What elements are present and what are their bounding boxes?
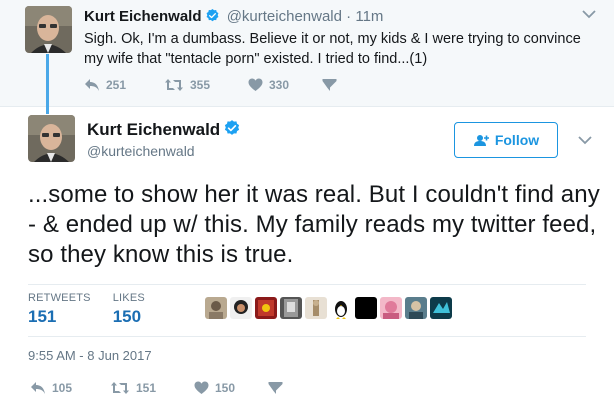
reply-button[interactable]: 105 — [30, 381, 90, 395]
reply-count: 105 — [52, 381, 73, 395]
follow-button[interactable]: Follow — [454, 122, 558, 158]
liker-avatar[interactable] — [355, 297, 377, 319]
retweet-button[interactable]: 151 — [110, 381, 180, 395]
tweet-text: Sigh. Ok, I'm a dumbass. Believe it or n… — [84, 31, 581, 67]
like-count: 150 — [215, 381, 236, 395]
divider — [28, 336, 586, 337]
main-avatar[interactable] — [28, 115, 75, 162]
main-tweet-actions: 105 151 150 — [30, 381, 311, 395]
chevron-down-icon[interactable] — [578, 132, 592, 148]
tweet-time[interactable]: 11m — [355, 8, 383, 25]
liker-avatar[interactable] — [305, 297, 327, 319]
likes-value: 150 — [112, 307, 142, 326]
parent-tweet[interactable]: Kurt Eichenwald @kurteichenwald · 11m Si… — [0, 0, 614, 107]
like-button[interactable]: 150 — [194, 381, 254, 395]
direct-message-button[interactable] — [322, 78, 343, 92]
main-tweet-text: ...some to show her it was real. But I c… — [28, 181, 600, 268]
liker-avatar[interactable] — [230, 297, 252, 319]
liker-avatar[interactable] — [380, 297, 402, 319]
author-name-text: Kurt Eichenwald — [87, 120, 221, 139]
follow-label: Follow — [494, 132, 540, 148]
tweet-actions: 251 355 330 — [84, 78, 365, 92]
liker-avatar[interactable] — [330, 297, 352, 319]
liker-avatars — [205, 297, 455, 319]
retweets-label: RETWEETS — [28, 292, 91, 304]
liker-avatar[interactable] — [405, 297, 427, 319]
direct-message-icon — [322, 79, 337, 91]
like-count: 330 — [269, 78, 290, 92]
likes-label: LIKES — [112, 292, 145, 304]
direct-message-icon — [268, 382, 283, 394]
main-author-name[interactable]: Kurt Eichenwald — [87, 119, 241, 142]
retweets-value: 151 — [28, 307, 57, 326]
like-icon — [248, 78, 263, 91]
thread-connector — [46, 54, 49, 114]
author-name[interactable]: Kurt Eichenwald — [84, 8, 202, 25]
time-separator: · — [346, 8, 352, 25]
retweet-icon — [165, 79, 183, 91]
retweets-stat[interactable]: RETWEETS 151 — [28, 292, 91, 327]
liker-avatar[interactable] — [280, 297, 302, 319]
retweet-count: 151 — [136, 381, 157, 395]
liker-avatar[interactable] — [430, 297, 452, 319]
reply-icon — [85, 79, 99, 91]
liker-avatar[interactable] — [205, 297, 227, 319]
author-handle[interactable]: @kurteichenwald — [227, 8, 342, 25]
liker-avatar[interactable] — [255, 297, 277, 319]
tweet-stats: RETWEETS 151 LIKES 150 — [28, 292, 167, 327]
verified-badge-icon — [223, 119, 241, 142]
verified-badge-icon — [205, 8, 220, 27]
tweet-timestamp[interactable]: 9:55 AM - 8 Jun 2017 — [28, 348, 152, 363]
divider — [28, 284, 586, 285]
reply-icon — [31, 382, 45, 394]
retweet-count: 355 — [190, 78, 211, 92]
like-icon — [194, 381, 209, 394]
main-author-handle[interactable]: @kurteichenwald — [87, 143, 195, 159]
likes-stat[interactable]: LIKES 150 — [113, 292, 145, 327]
direct-message-button[interactable] — [268, 381, 289, 395]
like-button[interactable]: 330 — [248, 78, 308, 92]
chevron-down-icon[interactable] — [582, 6, 596, 22]
follow-person-icon — [473, 134, 489, 146]
retweet-icon — [111, 382, 129, 394]
tweet-header: Kurt Eichenwald @kurteichenwald · 11m — [84, 8, 383, 27]
reply-button[interactable]: 251 — [84, 78, 144, 92]
reply-count: 251 — [106, 78, 127, 92]
avatar[interactable] — [25, 6, 72, 53]
retweet-button[interactable]: 355 — [164, 78, 234, 92]
